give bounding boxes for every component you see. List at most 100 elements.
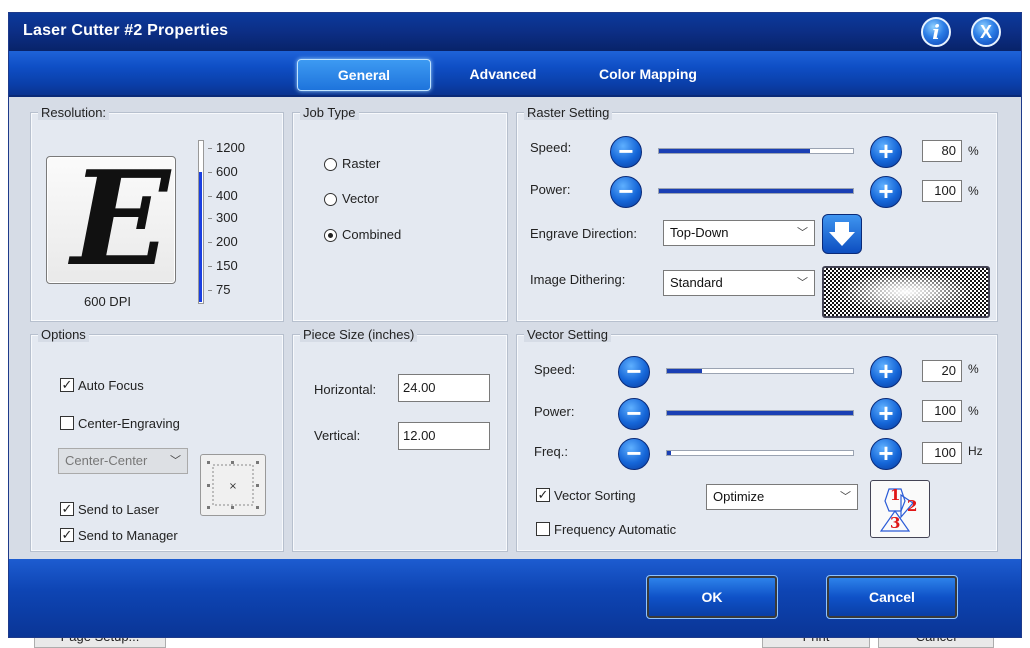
vector-sorting-order-icon[interactable]: 1 2 3 (870, 480, 930, 538)
vector-speed-input[interactable]: 20 (922, 360, 962, 382)
raster-speed-unit: % (968, 144, 979, 158)
tab-color-mapping[interactable]: Color Mapping (583, 59, 713, 89)
send-to-laser-label: Send to Laser (78, 502, 159, 517)
resolution-preview-button[interactable]: E (46, 149, 176, 289)
image-dithering-value: Standard (670, 275, 723, 290)
resolution-group: Resolution: E 600 DPI 1200 600 400 300 2… (30, 105, 284, 322)
raster-setting-group: Raster Setting Speed: − + 80 % Power: − … (516, 105, 998, 322)
chevron-down-icon: ﹀ (797, 227, 808, 239)
raster-power-unit: % (968, 184, 979, 198)
auto-focus-checkbox[interactable]: ✓ (60, 378, 74, 392)
vector-power-plus-button[interactable]: + (870, 398, 902, 430)
raster-speed-plus-button[interactable]: + (870, 136, 902, 168)
vector-speed-plus-button[interactable]: + (870, 356, 902, 388)
vector-power-input[interactable]: 100 (922, 400, 962, 422)
vector-freq-label: Freq.: (534, 444, 568, 459)
center-position-value: Center-Center (65, 453, 148, 468)
sort-order-number-1: 1 (890, 486, 901, 504)
dpi-tick-400: 400 (216, 188, 238, 203)
raster-speed-fill (659, 149, 811, 153)
radio-combined[interactable] (324, 229, 337, 242)
properties-dialog: Laser Cutter #2 Properties i X General A… (8, 12, 1022, 638)
dpi-tick-75: 75 (216, 282, 231, 297)
raster-power-input[interactable]: 100 (922, 180, 962, 202)
vector-power-unit: % (968, 404, 979, 418)
chevron-down-icon: ﹀ (840, 491, 851, 503)
vector-power-fill (667, 411, 853, 415)
resolution-title: Resolution: (38, 105, 110, 120)
dpi-tick-mark (208, 218, 212, 219)
vector-speed-minus-button[interactable]: − (618, 356, 650, 388)
ok-button[interactable]: OK (646, 575, 778, 619)
image-dithering-select[interactable]: Standard ﹀ (663, 270, 815, 296)
send-to-manager-label: Send to Manager (78, 528, 178, 543)
send-to-laser-checkbox[interactable]: ✓ (60, 502, 74, 516)
tab-advanced[interactable]: Advanced (453, 59, 553, 89)
horizontal-input[interactable]: 24.00 (398, 374, 490, 402)
radio-vector[interactable] (324, 193, 337, 206)
raster-power-minus-button[interactable]: − (610, 176, 642, 208)
radio-raster-label: Raster (342, 156, 381, 171)
vertical-input[interactable]: 12.00 (398, 422, 490, 450)
radio-raster[interactable] (324, 158, 337, 171)
window-title: Laser Cutter #2 Properties (23, 22, 229, 39)
job-type-title: Job Type (300, 105, 359, 120)
horizontal-label: Horizontal: (314, 382, 377, 397)
vector-freq-plus-button[interactable]: + (870, 438, 902, 470)
vector-setting-group: Vector Setting Speed: − + 20 % Power: − … (516, 327, 998, 552)
send-to-manager-checkbox[interactable]: ✓ (60, 528, 74, 542)
vector-freq-fill (667, 451, 671, 455)
current-dpi-label: 600 DPI (84, 294, 131, 309)
vector-freq-input[interactable]: 100 (922, 442, 962, 464)
arrow-down-icon[interactable] (822, 214, 862, 254)
engrave-direction-value: Top-Down (670, 225, 729, 240)
chevron-down-icon: ﹀ (170, 455, 181, 467)
engrave-direction-select[interactable]: Top-Down ﹀ (663, 220, 815, 246)
job-type-group: Job Type Raster Vector Combined (292, 105, 508, 322)
vector-power-minus-button[interactable]: − (618, 398, 650, 430)
vector-sorting-checkbox[interactable]: ✓ (536, 488, 550, 502)
frequency-automatic-label: Frequency Automatic (554, 522, 677, 537)
dialog-footer: OK Cancel (9, 559, 1021, 637)
raster-power-label: Power: (530, 182, 571, 197)
info-icon[interactable]: i (921, 17, 951, 47)
vector-sorting-value: Optimize (713, 489, 765, 504)
dpi-slider-fill (199, 172, 202, 302)
raster-setting-title: Raster Setting (524, 105, 613, 120)
close-icon[interactable]: X (971, 17, 1001, 47)
raster-speed-minus-button[interactable]: − (610, 136, 642, 168)
dpi-tick-600: 600 (216, 164, 238, 179)
image-dithering-label: Image Dithering: (530, 272, 626, 287)
piece-size-group: Piece Size (inches) Horizontal: 24.00 Ve… (292, 327, 508, 552)
vector-sorting-select[interactable]: Optimize ﹀ (706, 484, 858, 510)
raster-power-slider[interactable] (658, 188, 854, 194)
options-title: Options (38, 327, 89, 342)
vector-power-slider[interactable] (666, 410, 854, 416)
vector-speed-slider[interactable] (666, 368, 854, 374)
center-position-select[interactable]: Center-Center ﹀ (58, 448, 188, 474)
dpi-tick-mark (208, 290, 212, 291)
frequency-automatic-checkbox[interactable] (536, 522, 550, 536)
vector-freq-unit: Hz (968, 444, 983, 458)
raster-speed-input[interactable]: 80 (922, 140, 962, 162)
resolution-preview-letter: E (71, 142, 171, 295)
svg-text:×: × (229, 481, 237, 492)
vector-sorting-label: Vector Sorting (554, 488, 636, 503)
raster-power-fill (659, 189, 853, 193)
raster-speed-slider[interactable] (658, 148, 854, 154)
raster-power-plus-button[interactable]: + (870, 176, 902, 208)
dpi-tick-300: 300 (216, 210, 238, 225)
title-bar: Laser Cutter #2 Properties i X (9, 13, 1021, 51)
vector-speed-label: Speed: (534, 362, 576, 377)
piece-size-title: Piece Size (inches) (300, 327, 418, 342)
tab-general[interactable]: General (297, 59, 431, 91)
vector-freq-slider[interactable] (666, 450, 854, 456)
center-engraving-label: Center-Engraving (78, 416, 180, 431)
center-engraving-checkbox[interactable] (60, 416, 74, 430)
cancel-button[interactable]: Cancel (826, 575, 958, 619)
dithering-preview-image (822, 266, 990, 318)
center-position-icon[interactable]: × (200, 454, 266, 516)
vector-freq-minus-button[interactable]: − (618, 438, 650, 470)
vertical-label: Vertical: (314, 428, 361, 443)
auto-focus-label: Auto Focus (78, 378, 144, 393)
